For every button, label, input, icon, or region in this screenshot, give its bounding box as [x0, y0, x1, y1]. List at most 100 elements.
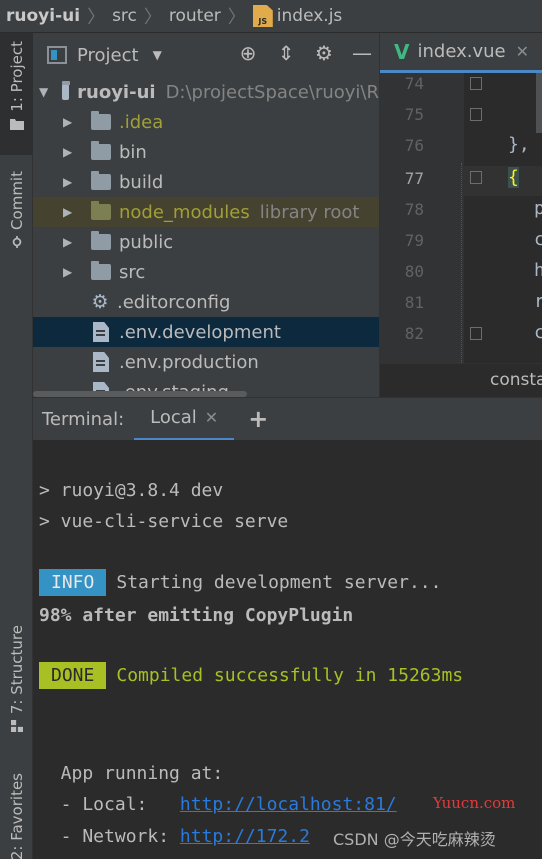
favorites-tool-label: 2: Favorites	[7, 773, 26, 859]
terminal-header: Terminal: Local ✕ +	[33, 397, 542, 441]
tree-item-label: .idea	[119, 111, 164, 133]
line-number: 79	[404, 231, 424, 250]
collapsed-arrow-icon[interactable]: ▶	[63, 145, 75, 159]
hide-icon[interactable]: —	[351, 41, 373, 65]
code-line: c	[534, 322, 542, 343]
tree-item-label: .env.production	[119, 351, 259, 373]
line-number: 76	[404, 136, 424, 155]
chevron-right-icon: 〉	[87, 7, 106, 28]
line-number: 80	[404, 262, 424, 281]
line-number: 82	[404, 324, 424, 343]
tree-item-label: .editorconfig	[117, 291, 231, 313]
folder-icon	[91, 171, 111, 190]
expanded-arrow-icon[interactable]: ▼	[39, 85, 48, 99]
tab-local[interactable]: Local ✕	[134, 398, 235, 441]
favorites-tool-button[interactable]: 2: Favorites	[0, 773, 33, 859]
terminal-line: 98% after emitting CopyPlugin	[39, 605, 354, 626]
tree-item-env-development[interactable]: .env.development	[33, 317, 379, 347]
structure-tool-button[interactable]: 7: Structure	[0, 625, 33, 755]
tree-item-label: node_modules	[119, 201, 250, 223]
indent-guide	[461, 163, 462, 363]
code-line: r	[534, 291, 542, 312]
breadcrumb-router[interactable]: router	[169, 6, 221, 26]
network-label: - Network:	[39, 826, 180, 847]
tree-item-root[interactable]: ▼ ruoyi-ui D:\projectSpace\ruoyi\R	[33, 77, 379, 107]
terminal-line: > ruoyi@3.8.4 dev	[39, 480, 224, 501]
vertical-scrollbar[interactable]	[536, 73, 542, 133]
info-text: Starting development server...	[116, 572, 442, 593]
collapse-all-icon[interactable]: ⇕	[275, 41, 297, 65]
done-text: Compiled successfully in 15263ms	[116, 665, 464, 686]
line-number: 77	[404, 169, 424, 188]
tree-item-bin[interactable]: ▶ bin	[33, 137, 379, 167]
text-file-icon	[93, 352, 109, 372]
fold-marker-icon[interactable]	[470, 171, 482, 184]
local-url-line: - Local: http://localhost:81/	[39, 794, 397, 815]
folder-icon	[91, 111, 111, 130]
line-number: 78	[404, 200, 424, 219]
fold-marker-icon[interactable]	[470, 77, 482, 90]
chevron-right-icon: 〉	[143, 7, 162, 28]
navigation-bar: ruoyi-ui 〉 src 〉 router 〉 JS index.js	[0, 0, 542, 33]
project-tree: ▼ ruoyi-ui D:\projectSpace\ruoyi\R ▶ .id…	[33, 77, 379, 397]
folder-icon	[9, 118, 24, 130]
gear-icon: ⚙	[91, 291, 109, 313]
editor-panel: V index.vue ✕ 74 75 76 77 78 79 80 81 82…	[379, 33, 542, 397]
line-number: 74	[404, 74, 424, 93]
tree-item-node-modules[interactable]: ▶ node_modules library root	[33, 197, 379, 227]
info-line: INFO Starting development server...	[39, 569, 441, 596]
tree-item-label: bin	[119, 141, 147, 163]
tree-item-build[interactable]: ▶ build	[33, 167, 379, 197]
csdn-watermark: CSDN @今天吃麻辣烫	[333, 830, 496, 849]
site-watermark: Yuucn.com	[433, 794, 516, 812]
terminal-output[interactable]: > ruoyi@3.8.4 dev > vue-cli-service serv…	[33, 440, 542, 859]
code-line: h	[534, 260, 542, 281]
dropdown-arrow-icon[interactable]: ▼	[153, 48, 162, 62]
tree-item-env-production[interactable]: .env.production	[33, 347, 379, 377]
local-url-link[interactable]: http://localhost:81/	[180, 794, 397, 815]
fold-marker-icon[interactable]	[470, 108, 482, 121]
collapsed-arrow-icon[interactable]: ▶	[63, 235, 75, 249]
collapsed-arrow-icon[interactable]: ▶	[63, 265, 75, 279]
tool-window-stripe: 1: Project Commit 7: Structure 2: Favori…	[0, 33, 33, 859]
collapsed-arrow-icon[interactable]: ▶	[63, 175, 75, 189]
library-root-hint: library root	[259, 201, 360, 223]
folder-icon	[91, 141, 111, 160]
project-tool-button[interactable]: 1: Project	[0, 33, 33, 155]
gear-icon[interactable]: ⚙	[313, 41, 335, 65]
tree-item-label: ruoyi-ui	[77, 81, 156, 103]
done-badge: DONE	[39, 662, 107, 689]
tab-local-label: Local	[150, 407, 197, 428]
collapsed-arrow-icon[interactable]: ▶	[63, 115, 75, 129]
breadcrumb-file[interactable]: JS index.js	[252, 5, 342, 27]
commit-tool-button[interactable]: Commit	[0, 171, 33, 271]
project-tool-label: 1: Project	[7, 41, 26, 112]
close-icon[interactable]: ✕	[516, 42, 529, 61]
folder-icon	[91, 201, 111, 220]
js-file-icon: JS	[252, 5, 273, 27]
network-url-link[interactable]: http://172.2	[180, 826, 310, 847]
new-tab-plus-icon[interactable]: +	[248, 405, 268, 433]
folder-icon	[91, 261, 111, 280]
close-icon[interactable]: ✕	[205, 408, 218, 427]
tree-item-editorconfig[interactable]: ⚙ .editorconfig	[33, 287, 379, 317]
editor-tab[interactable]: V index.vue ✕	[380, 33, 542, 73]
terminal-line: App running at:	[39, 763, 224, 784]
code-line: },	[508, 134, 530, 155]
tree-item-label: public	[119, 231, 174, 253]
tree-item-src[interactable]: ▶ src	[33, 257, 379, 287]
locate-icon[interactable]: ⊕	[237, 41, 259, 65]
terminal-title: Terminal:	[42, 408, 125, 430]
breadcrumb-src[interactable]: src	[112, 6, 137, 26]
fold-marker-icon[interactable]	[470, 327, 482, 340]
project-panel: Project ▼ ⊕ ⇕ ⚙ — ▼ ruoyi-ui D:\projectS…	[33, 33, 379, 397]
breadcrumb-project[interactable]: ruoyi-ui	[6, 6, 80, 26]
editor-breadcrumb: consta	[380, 363, 542, 397]
project-panel-title[interactable]: Project	[77, 45, 139, 66]
tree-item-idea[interactable]: ▶ .idea	[33, 107, 379, 137]
done-line: DONE Compiled successfully in 15263ms	[39, 662, 463, 689]
chevron-right-icon: 〉	[227, 7, 246, 28]
tree-item-public[interactable]: ▶ public	[33, 227, 379, 257]
collapsed-arrow-icon[interactable]: ▶	[63, 205, 75, 219]
commit-icon	[12, 235, 21, 248]
